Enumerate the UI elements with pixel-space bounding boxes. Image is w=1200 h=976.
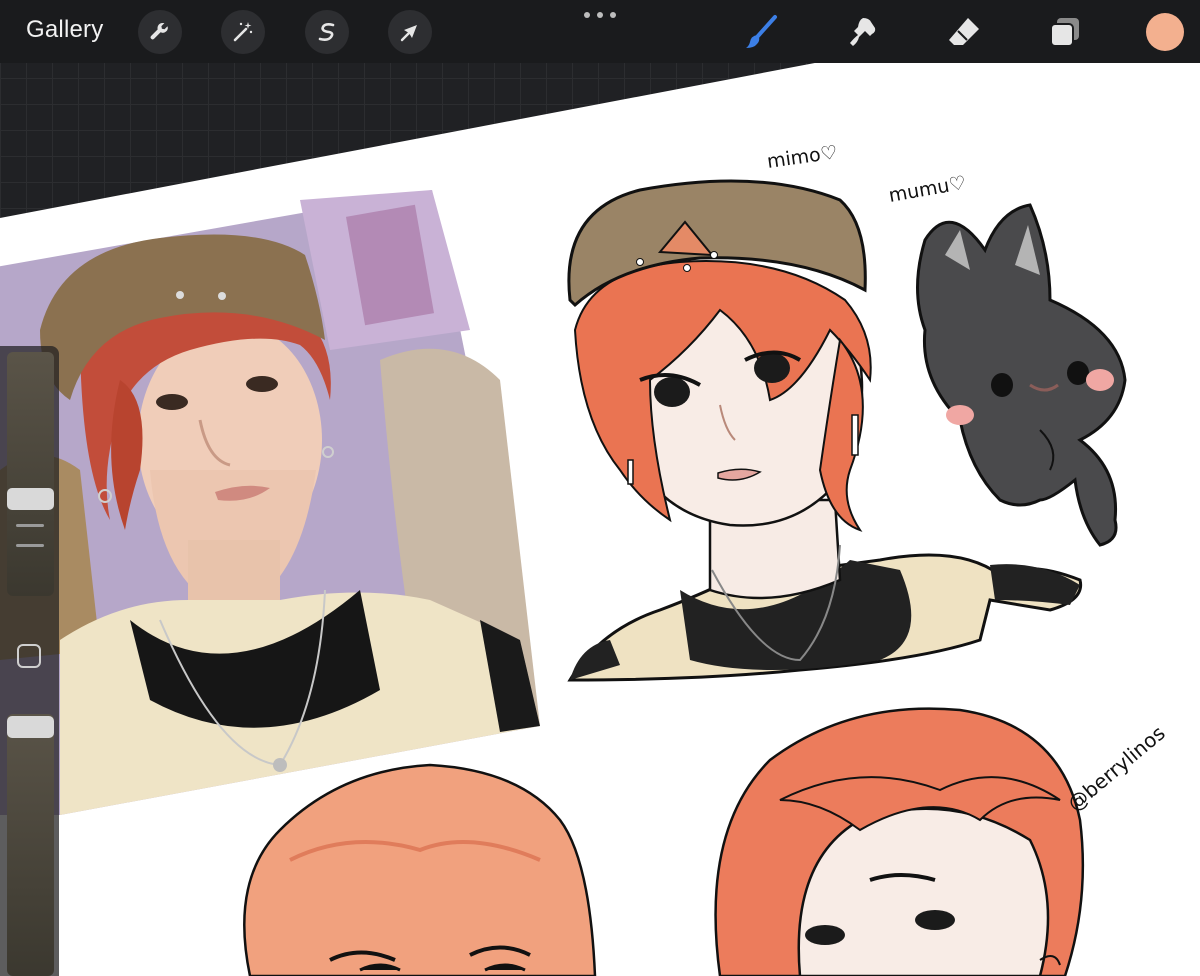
color-picker-swatch[interactable] (1146, 13, 1184, 51)
grip-line (16, 544, 44, 547)
magic-wand-icon[interactable] (221, 10, 265, 54)
layers-icon[interactable] (1045, 12, 1085, 52)
selection-icon[interactable] (305, 10, 349, 54)
wrench-icon[interactable] (138, 10, 182, 54)
grip-line (16, 524, 44, 527)
smudge-icon[interactable] (843, 12, 883, 52)
brush-size-thumb[interactable] (7, 488, 54, 510)
more-actions-icon[interactable] (584, 8, 616, 22)
transform-arrow-icon[interactable] (388, 10, 432, 54)
brush-icon[interactable] (742, 12, 782, 52)
drawing-canvas[interactable]: mimo♡ mumu♡ @berrylinos (0, 0, 1200, 976)
brush-sidebar (0, 346, 59, 976)
eraser-icon[interactable] (944, 12, 984, 52)
brush-size-slider[interactable] (7, 352, 54, 596)
brush-opacity-thumb[interactable] (7, 716, 54, 738)
brush-opacity-slider[interactable] (7, 714, 54, 976)
gallery-button[interactable]: Gallery (26, 16, 103, 44)
top-toolbar: Gallery (0, 0, 1200, 63)
modify-button[interactable] (17, 644, 41, 668)
canvas-artwork: mimo♡ mumu♡ @berrylinos (0, 58, 1200, 976)
